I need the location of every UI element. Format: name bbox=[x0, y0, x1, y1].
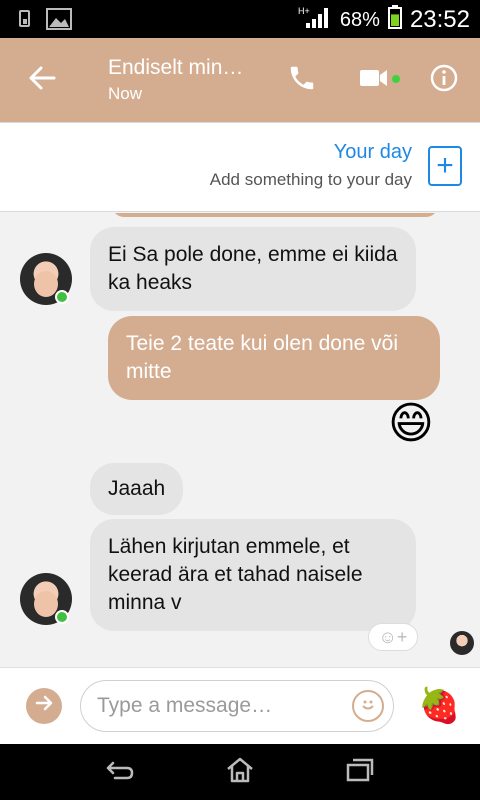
home-icon bbox=[225, 756, 255, 789]
emoji-button[interactable] bbox=[352, 690, 384, 722]
message-input[interactable] bbox=[80, 680, 394, 732]
info-button[interactable] bbox=[424, 60, 464, 100]
back-icon bbox=[105, 759, 135, 786]
online-indicator bbox=[55, 290, 69, 304]
strawberry-icon: 🍓 bbox=[418, 687, 461, 725]
add-reaction-button[interactable]: ☺+ bbox=[368, 623, 418, 651]
clock: 23:52 bbox=[409, 6, 470, 33]
video-camera-icon bbox=[359, 67, 389, 94]
contact-info[interactable]: Endiselt min… Now bbox=[108, 56, 258, 104]
call-button[interactable] bbox=[282, 60, 322, 100]
system-nav-bar bbox=[0, 744, 480, 800]
message-bubble-incoming[interactable]: Ei Sa pole done, emme ei kiida ka heaks bbox=[90, 227, 416, 311]
video-call-button[interactable] bbox=[354, 60, 394, 100]
message-list[interactable]: Ei Sa pole done, emme ei kiida ka heaks … bbox=[0, 213, 480, 667]
message-bubble-outgoing[interactable]: Teie 2 teate kui olen done või mitte bbox=[108, 316, 440, 400]
contact-name: Endiselt min… bbox=[108, 56, 244, 79]
message-text: Jaaah bbox=[108, 477, 166, 500]
grinning-emoji[interactable]: 😄 bbox=[388, 400, 434, 448]
nav-recent-apps-button[interactable] bbox=[340, 756, 380, 788]
status-bar: H+ 68% 23:52 bbox=[0, 0, 480, 38]
nav-back-button[interactable] bbox=[100, 756, 140, 788]
back-button[interactable] bbox=[22, 60, 62, 100]
back-arrow-icon bbox=[28, 64, 56, 97]
network-type: H+ bbox=[298, 6, 310, 16]
message-text: Teie 2 teate kui olen done või mitte bbox=[126, 332, 399, 383]
sim-icon bbox=[18, 9, 32, 34]
message-bubble-incoming[interactable]: Lähen kirjutan emmele, et keerad ära et … bbox=[90, 519, 416, 631]
message-bubble-incoming[interactable]: Jaaah bbox=[90, 463, 184, 515]
your-day-title: Your day bbox=[333, 141, 412, 163]
image-icon bbox=[46, 8, 72, 35]
info-icon bbox=[430, 64, 458, 97]
expand-arrow-icon bbox=[34, 693, 54, 719]
expand-button[interactable] bbox=[26, 688, 62, 724]
message-composer: 🍓 bbox=[0, 667, 480, 744]
online-indicator bbox=[55, 610, 69, 624]
nav-home-button[interactable] bbox=[220, 756, 260, 788]
phone-icon bbox=[287, 63, 317, 98]
contact-status: Now bbox=[108, 84, 143, 103]
conversation-header: Endiselt min… Now bbox=[0, 38, 480, 122]
previous-message-bubble[interactable] bbox=[112, 213, 438, 217]
your-day-subtitle: Add something to your day bbox=[209, 170, 412, 189]
add-to-day-button[interactable]: + bbox=[428, 145, 462, 186]
battery-percent: 68% bbox=[339, 8, 380, 31]
message-text: Ei Sa pole done, emme ei kiida ka heaks bbox=[108, 243, 398, 294]
recent-apps-icon bbox=[345, 757, 375, 788]
emoji-icon bbox=[358, 694, 378, 719]
add-reaction-icon: ☺+ bbox=[378, 626, 408, 647]
seen-indicator-avatar bbox=[450, 631, 474, 655]
your-day-bar[interactable]: Your day Add something to your day + bbox=[0, 122, 480, 212]
signal-icon: H+ bbox=[298, 5, 332, 35]
online-indicator bbox=[392, 75, 400, 83]
plus-icon: + bbox=[436, 148, 454, 182]
battery-icon bbox=[387, 5, 402, 35]
strawberry-button[interactable]: 🍓 bbox=[418, 686, 461, 726]
message-text: Lähen kirjutan emmele, et keerad ära et … bbox=[108, 535, 363, 614]
